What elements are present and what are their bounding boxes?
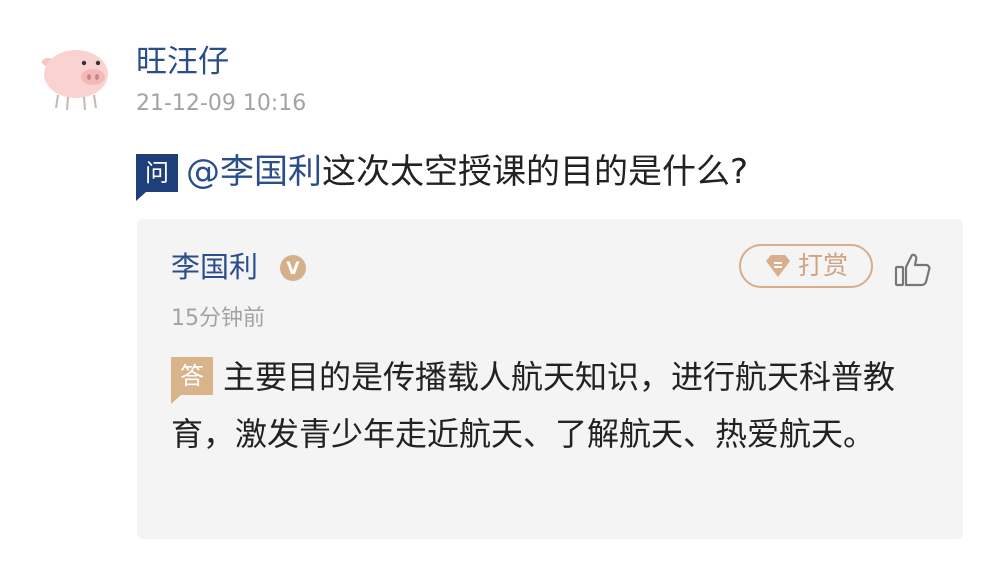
verified-badge-label: V (286, 259, 300, 279)
question-line: 问 @李国利 这次太空授课的目的是什么? (136, 146, 749, 201)
answer-text: 主要目的是传播载人航天知识，进行航天科普教育，激发青少年走近航天、了解航天、热爱… (171, 358, 896, 453)
question-badge-label: 问 (145, 159, 169, 187)
poster-username[interactable]: 旺汪仔 (136, 42, 229, 82)
answer-card: 李国利 V 打赏 15分钟前 答主要目的是传播载人航天知识，进行航天科普教育，激… (137, 219, 963, 539)
verified-v-icon: V (280, 255, 306, 281)
answer-time: 15分钟前 (171, 306, 265, 331)
diamond-gift-icon (765, 255, 790, 277)
post-timestamp: 21-12-09 10:16 (136, 91, 307, 116)
question-text: 这次太空授课的目的是什么? (322, 152, 749, 192)
answer-badge-label: 答 (180, 362, 204, 390)
reward-label: 打赏 (797, 251, 848, 280)
answer-content: 答主要目的是传播载人航天知识，进行航天科普教育，激发青少年走近航天、了解航天、热… (171, 349, 941, 463)
mention-link[interactable]: @李国利 (186, 146, 322, 198)
answer-badge: 答 (171, 357, 213, 404)
reward-button[interactable]: 打赏 (739, 244, 873, 288)
user-avatar[interactable] (36, 40, 116, 112)
answerer-name[interactable]: 李国利 (171, 247, 258, 287)
question-badge: 问 (136, 154, 178, 201)
pig-avatar-icon (42, 50, 108, 111)
thumbs-up-icon[interactable] (894, 252, 932, 288)
